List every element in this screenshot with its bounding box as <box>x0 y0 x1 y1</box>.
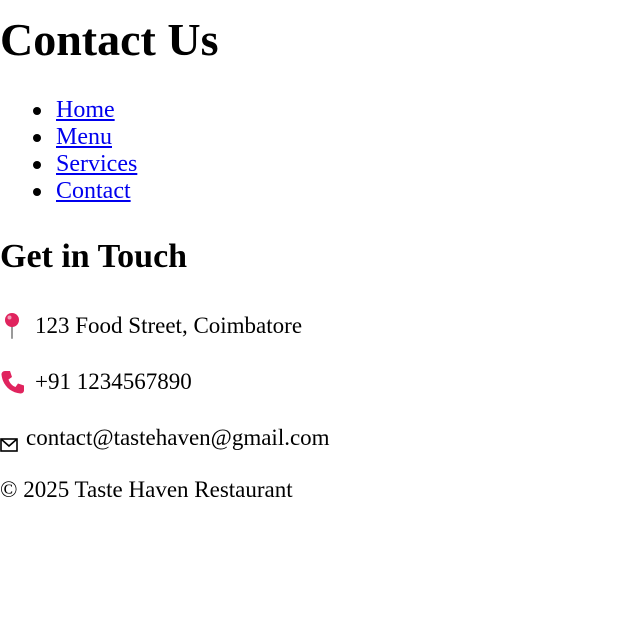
nav-item-home: Home <box>0 97 137 124</box>
page-title: Contact Us <box>0 14 219 65</box>
nav-item-services: Services <box>0 151 137 178</box>
phone-line: +91 1234567890 <box>0 368 192 396</box>
nav-link-home[interactable]: Home <box>56 97 115 123</box>
bullet-icon <box>33 107 41 115</box>
email-text: contact@tastehaven@gmail.com <box>26 425 330 450</box>
bullet-icon <box>33 188 41 196</box>
footer-text: © 2025 Taste Haven Restaurant <box>0 477 293 502</box>
nav-item-contact: Contact <box>0 178 137 205</box>
nav-link-menu[interactable]: Menu <box>56 124 112 150</box>
pin-icon <box>0 312 24 340</box>
bullet-icon <box>33 134 41 142</box>
nav-link-services[interactable]: Services <box>56 151 137 177</box>
email-line: contact@tastehaven@gmail.com <box>0 424 330 452</box>
address-text: 123 Food Street, Coimbatore <box>35 313 303 338</box>
address-line: 123 Food Street, Coimbatore <box>0 312 302 340</box>
nav-link-contact[interactable]: Contact <box>56 178 131 204</box>
nav-item-menu: Menu <box>0 124 137 151</box>
bullet-icon <box>33 161 41 169</box>
phone-text: +91 1234567890 <box>35 369 192 394</box>
mail-icon <box>0 431 18 452</box>
section-title: Get in Touch <box>0 238 188 275</box>
page: Contact Us Home Menu Services Contact Ge… <box>0 0 631 625</box>
nav-list: Home Menu Services Contact <box>0 97 137 205</box>
phone-icon <box>0 369 26 395</box>
